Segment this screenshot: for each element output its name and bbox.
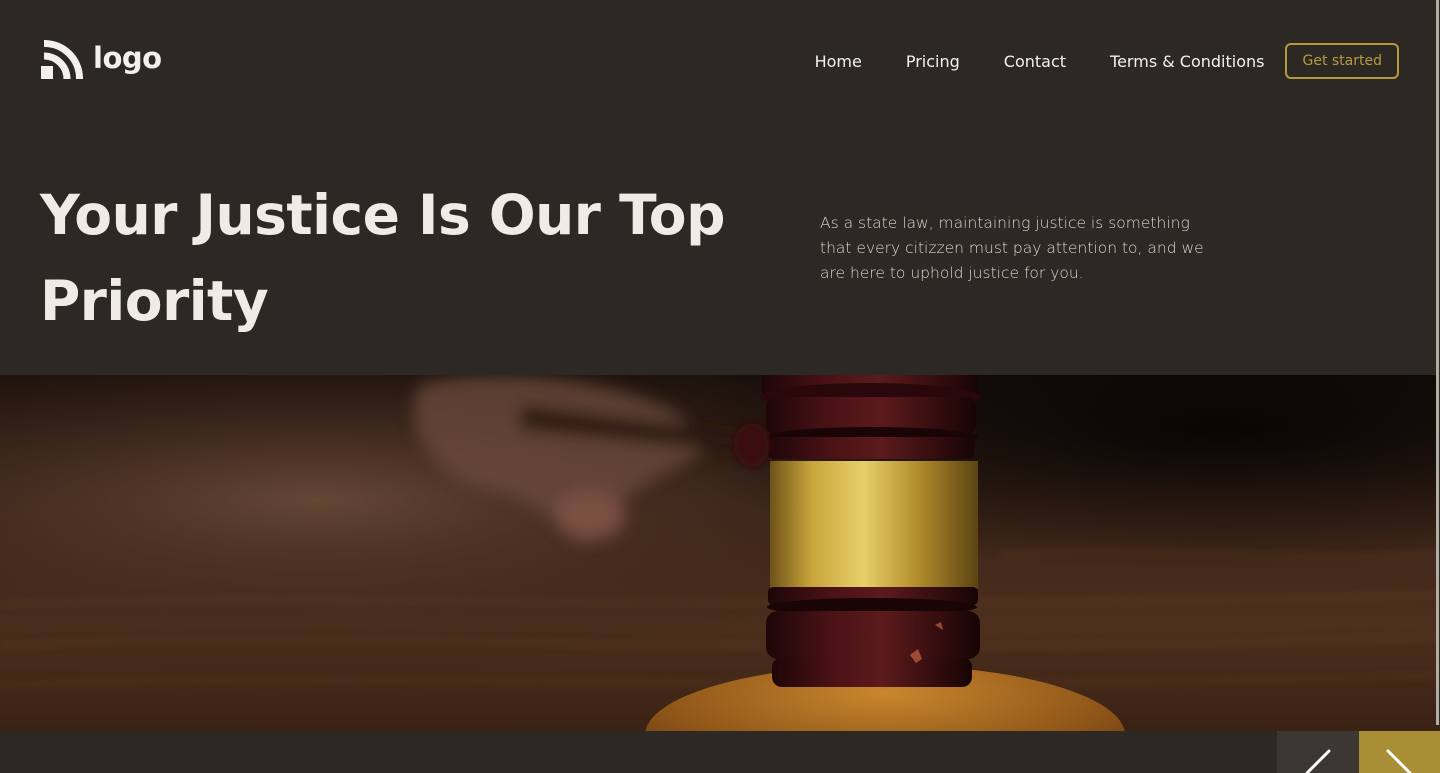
hero-title: Your Justice Is Our Top Priority: [40, 183, 725, 333]
site-header: logo Home Pricing Contact Terms & Condit…: [0, 0, 1440, 120]
nav-home[interactable]: Home: [815, 52, 862, 71]
slider-prev-button[interactable]: [1277, 731, 1359, 773]
gavel-illustration: [0, 375, 1440, 731]
get-started-button[interactable]: Get started: [1285, 43, 1399, 79]
scrollbar-thumb[interactable]: [1436, 0, 1439, 725]
hero-description: As a state law, maintaining justice is s…: [820, 214, 1204, 282]
slider-controls: [0, 731, 1440, 773]
nav-pricing[interactable]: Pricing: [906, 52, 960, 71]
page: logo Home Pricing Contact Terms & Condit…: [0, 0, 1440, 773]
nav-contact[interactable]: Contact: [1004, 52, 1066, 71]
logo[interactable]: logo: [41, 40, 162, 82]
main-nav: Home Pricing Contact Terms & Conditions …: [815, 41, 1399, 81]
nav-terms-conditions[interactable]: Terms & Conditions: [1110, 52, 1264, 71]
scrollbar-track[interactable]: [1436, 0, 1440, 725]
chevron-left-icon: [1305, 749, 1331, 773]
slider-next-button[interactable]: [1359, 731, 1440, 773]
hero-gavel-image: [0, 375, 1440, 731]
chevron-right-icon: [1386, 749, 1412, 773]
logo-icon: [41, 40, 83, 80]
gavel-head: [760, 375, 980, 687]
logo-text: logo: [93, 40, 162, 75]
